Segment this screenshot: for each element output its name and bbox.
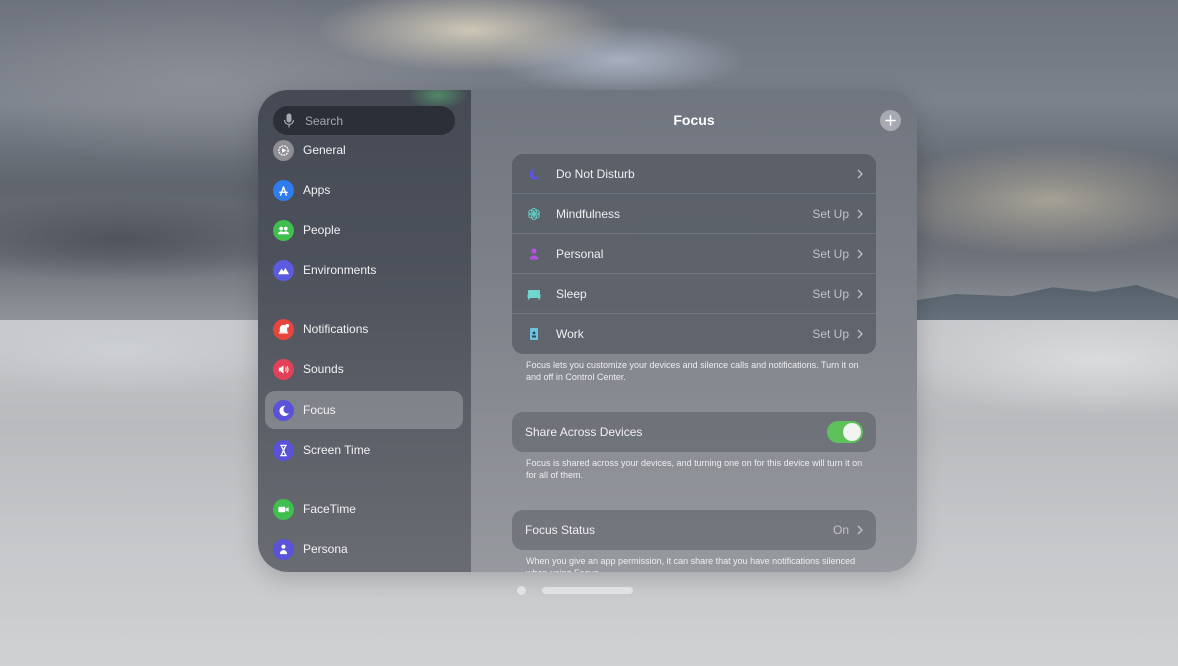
row-label: Mindfulness xyxy=(556,206,621,221)
sidebar-item-persona[interactable]: Persona xyxy=(265,530,463,568)
page-title: Focus xyxy=(673,112,715,128)
plus-icon xyxy=(885,115,896,126)
row-value: Set Up xyxy=(812,327,849,341)
moon-icon xyxy=(526,166,542,182)
chevron-right-icon xyxy=(857,329,863,339)
chevron-right-icon xyxy=(857,169,863,178)
chevron-right-icon xyxy=(857,525,863,535)
row-label: Focus Status xyxy=(525,523,596,537)
people-icon xyxy=(273,219,294,241)
sidebar-item-label: Focus xyxy=(303,403,336,417)
focus-mode-personal[interactable]: Personal Set Up xyxy=(512,234,876,274)
share-across-devices-toggle[interactable] xyxy=(827,421,863,443)
focus-status-row[interactable]: Focus Status On xyxy=(512,510,876,550)
row-label: Personal xyxy=(556,246,604,261)
sidebar-item-sounds[interactable]: Sounds xyxy=(265,350,463,388)
share-footnote: Focus is shared across your devices, and… xyxy=(526,458,863,480)
row-value: On xyxy=(832,523,849,537)
sidebar-item-facetime[interactable]: FaceTime xyxy=(265,490,463,528)
focus-mode-work[interactable]: Work Set Up xyxy=(512,314,876,354)
focus-modes-list: Do Not Disturb Mindfulness Set Up Person… xyxy=(512,154,876,354)
sidebar: General Apps People Environments Notific… xyxy=(258,90,471,572)
sidebar-item-environments[interactable]: Environments xyxy=(265,251,463,289)
person-icon xyxy=(526,246,542,262)
sidebar-item-focus[interactable]: Focus xyxy=(265,391,463,429)
chevron-right-icon xyxy=(857,209,863,218)
focus-mode-sleep[interactable]: Sleep Set Up xyxy=(512,274,876,314)
sidebar-item-label: Apps xyxy=(303,183,331,197)
flower-icon xyxy=(526,206,542,222)
row-value: Set Up xyxy=(812,246,849,261)
sidebar-item-label: Persona xyxy=(303,542,348,556)
gear-icon xyxy=(273,139,294,161)
sidebar-item-apps[interactable]: Apps xyxy=(265,171,463,209)
window-close-dot[interactable] xyxy=(517,586,526,595)
sidebar-item-label: General xyxy=(303,143,346,157)
sidebar-item-notifications[interactable]: Notifications xyxy=(265,310,463,348)
sidebar-item-label: Notifications xyxy=(303,322,369,336)
sidebar-item-label: FaceTime xyxy=(303,502,356,516)
focus-mode-mindfulness[interactable]: Mindfulness Set Up xyxy=(512,194,876,234)
focus-status-group: Focus Status On xyxy=(512,510,876,550)
sidebar-item-screen-time[interactable]: Screen Time xyxy=(265,431,463,469)
share-across-devices-row: Share Across Devices xyxy=(512,412,876,452)
bell-icon xyxy=(273,318,294,340)
id-badge-icon xyxy=(526,326,542,342)
focus-mode-do-not-disturb[interactable]: Do Not Disturb xyxy=(512,154,876,194)
row-label: Share Across Devices xyxy=(525,425,643,439)
speaker-icon xyxy=(273,358,294,380)
row-label: Work xyxy=(556,327,584,341)
focus-status-footnote: When you give an app permission, it can … xyxy=(526,556,856,572)
app-store-icon xyxy=(273,179,294,201)
hourglass-icon xyxy=(273,439,294,461)
row-label: Do Not Disturb xyxy=(556,166,635,181)
toggle-knob xyxy=(843,423,861,441)
focus-modes-footnote: Focus lets you customize your devices an… xyxy=(526,360,859,382)
chevron-right-icon xyxy=(857,249,863,258)
sidebar-item-label: Environments xyxy=(303,263,377,277)
row-value: Set Up xyxy=(812,286,849,301)
microphone-icon[interactable] xyxy=(283,113,295,129)
moon-icon xyxy=(273,399,294,421)
sidebar-item-label: Screen Time xyxy=(303,443,371,457)
sidebar-item-label: Sounds xyxy=(303,362,344,376)
settings-window: General Apps People Environments Notific… xyxy=(258,90,917,572)
sidebar-item-label: People xyxy=(303,223,341,237)
persona-icon xyxy=(273,538,294,560)
window-grab-bar[interactable] xyxy=(542,587,633,594)
sidebar-item-general[interactable]: General xyxy=(265,131,463,169)
row-value: Set Up xyxy=(812,206,849,221)
focus-pane: Focus Do Not Disturb Mindfulness Set Up xyxy=(471,90,917,572)
mountain-icon xyxy=(273,259,294,281)
sidebar-item-people[interactable]: People xyxy=(265,211,463,249)
share-across-devices-group: Share Across Devices xyxy=(512,412,876,452)
bed-icon xyxy=(526,286,542,302)
video-icon xyxy=(273,498,294,520)
add-focus-button[interactable] xyxy=(880,110,901,131)
row-label: Sleep xyxy=(556,286,587,301)
search-input[interactable] xyxy=(305,113,435,128)
chevron-right-icon xyxy=(857,289,863,298)
